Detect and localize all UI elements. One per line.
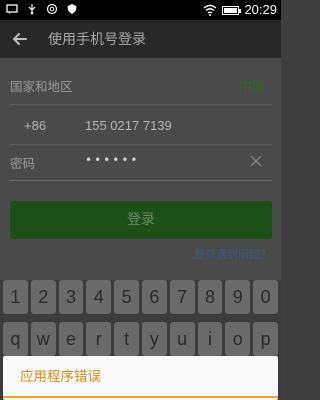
key-4[interactable]: 4 (86, 280, 112, 314)
page-title: 使用手机号登录 (48, 32, 146, 48)
country-selector[interactable]: 国家和地区 中国 (10, 76, 272, 100)
status-right: 20:29 (203, 2, 277, 18)
key-2[interactable]: 2 (30, 280, 56, 314)
country-code: +86 (24, 118, 47, 133)
key-u[interactable]: u (169, 322, 195, 356)
key-8[interactable]: 8 (197, 280, 223, 314)
wifi-icon (204, 4, 217, 16)
key-p[interactable]: p (253, 322, 278, 356)
password-label: 密码 (10, 156, 36, 171)
dialog-divider (3, 396, 278, 398)
dialog-title: 应用程序错误 (20, 369, 101, 385)
key-i[interactable]: i (197, 322, 223, 356)
error-dialog: 应用程序错误 (3, 356, 278, 400)
key-r[interactable]: r (86, 322, 112, 356)
key-0[interactable]: 0 (253, 280, 278, 314)
phone-row: +86 155 0217 7139 (10, 117, 272, 141)
password-input[interactable]: •••••• (85, 153, 139, 167)
login-form: 国家和地区 中国 +86 155 0217 7139 密码 •••••• 登录 … (0, 58, 281, 280)
country-label: 国家和地区 (10, 79, 73, 94)
keyboard-number-row: 1234567890 (3, 280, 278, 314)
login-help-link[interactable]: 登录遇到问题？ (194, 246, 271, 262)
key-9[interactable]: 9 (225, 280, 251, 314)
sync-icon (46, 3, 58, 15)
status-bar: 20:29 (0, 0, 281, 20)
divider (10, 104, 272, 105)
login-button[interactable]: 登录 (10, 201, 272, 239)
divider (10, 144, 272, 145)
key-e[interactable]: e (58, 322, 84, 356)
battery-icon (222, 5, 242, 15)
key-6[interactable]: 6 (141, 280, 167, 314)
key-q[interactable]: q (3, 322, 28, 356)
key-3[interactable]: 3 (58, 280, 84, 314)
key-o[interactable]: o (225, 322, 251, 356)
app-bar: 使用手机号登录 (0, 20, 281, 58)
key-w[interactable]: w (30, 322, 56, 356)
shield-icon (67, 4, 77, 14)
keyboard-letter-row: qwertyuiop (3, 322, 278, 356)
password-row: 密码 •••••• (10, 153, 272, 177)
key-5[interactable]: 5 (114, 280, 139, 314)
clear-icon[interactable] (250, 155, 262, 167)
key-1[interactable]: 1 (3, 280, 28, 314)
country-value[interactable]: 中国 (239, 76, 265, 95)
status-time: 20:29 (244, 2, 277, 17)
status-left-icons (6, 3, 78, 15)
key-y[interactable]: y (141, 322, 167, 356)
message-icon (6, 4, 18, 14)
password-underline (10, 180, 272, 181)
key-t[interactable]: t (114, 322, 139, 356)
phone-input[interactable]: 155 0217 7139 (85, 118, 172, 133)
back-arrow-icon[interactable] (10, 29, 30, 49)
usb-icon (28, 4, 36, 15)
key-7[interactable]: 7 (169, 280, 195, 314)
